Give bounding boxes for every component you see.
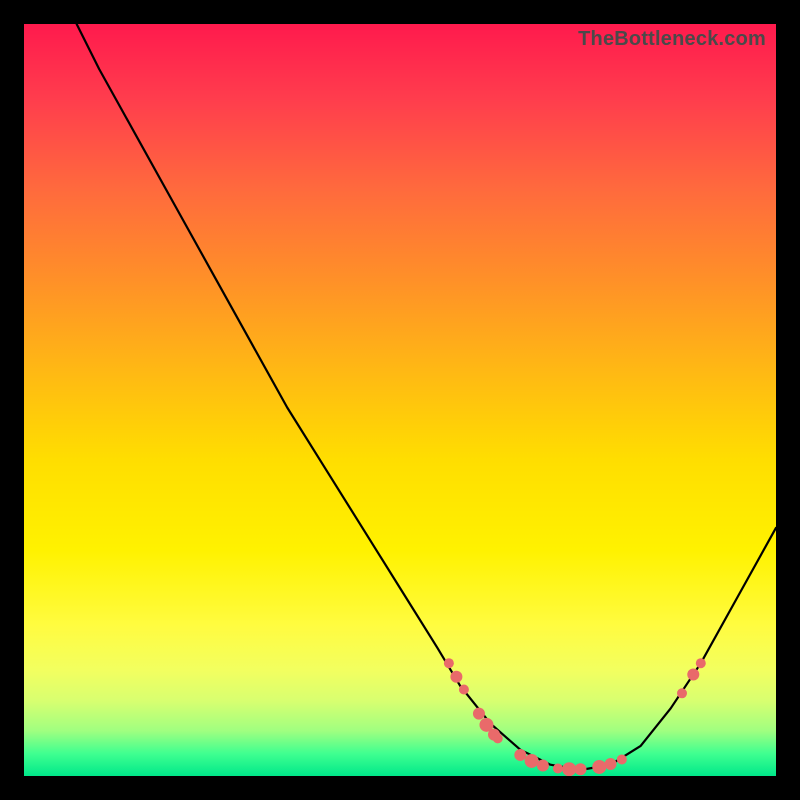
- data-marker: [444, 658, 454, 668]
- data-marker: [525, 754, 539, 768]
- data-marker: [605, 758, 617, 770]
- data-marker: [459, 685, 469, 695]
- data-marker: [687, 668, 699, 680]
- chart-area: TheBottleneck.com: [24, 24, 776, 776]
- data-marker: [553, 763, 563, 773]
- data-marker: [493, 733, 503, 743]
- data-marker: [617, 754, 627, 764]
- data-marker: [562, 762, 576, 776]
- data-marker: [677, 688, 687, 698]
- data-marker: [450, 671, 462, 683]
- bottleneck-curve: [77, 24, 776, 770]
- data-marker: [537, 759, 549, 771]
- data-marker: [592, 760, 606, 774]
- data-marker: [473, 708, 485, 720]
- chart-svg: [24, 24, 776, 776]
- data-marker: [574, 763, 586, 775]
- data-marker: [514, 749, 526, 761]
- data-marker: [696, 658, 706, 668]
